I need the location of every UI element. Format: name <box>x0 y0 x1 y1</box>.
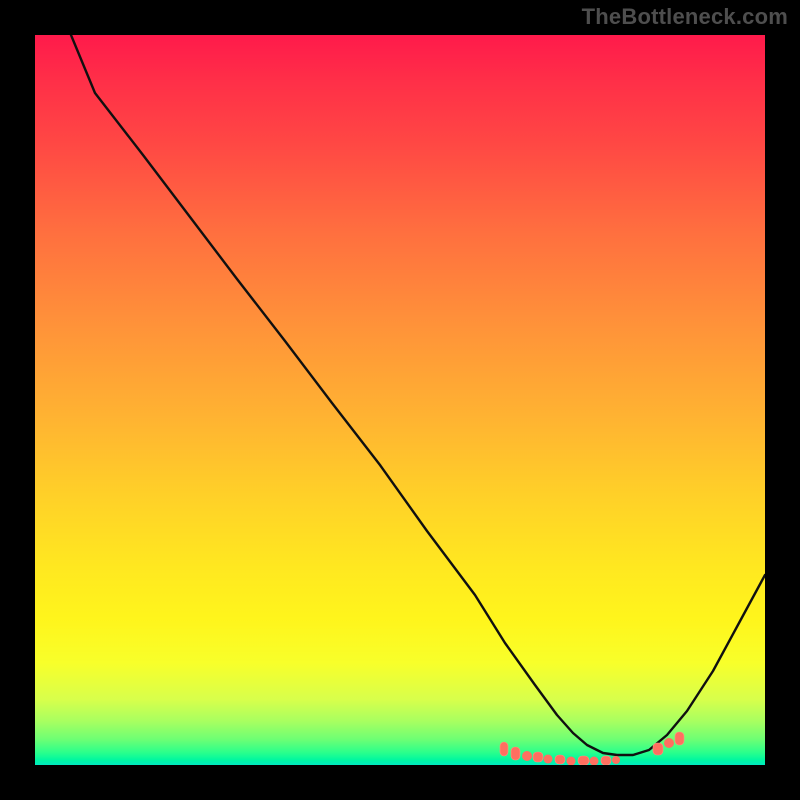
curve-layer <box>35 35 765 765</box>
watermark-text: TheBottleneck.com <box>582 4 788 30</box>
marker-cluster-right <box>653 732 684 755</box>
chart-frame: TheBottleneck.com <box>0 0 800 800</box>
bottleneck-curve <box>71 35 765 755</box>
plot-area <box>35 35 765 765</box>
